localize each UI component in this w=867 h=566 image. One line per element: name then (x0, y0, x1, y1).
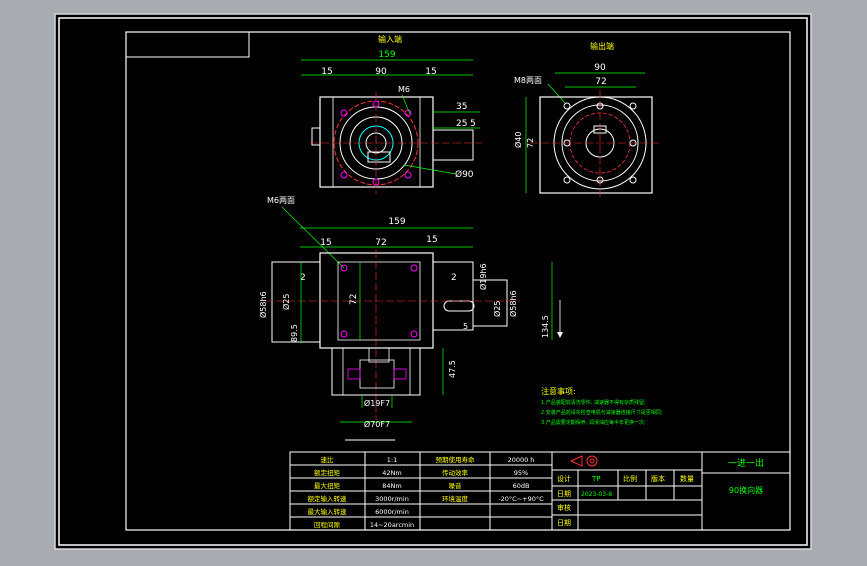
spec-cell: 额定输入转速 (308, 494, 348, 503)
tb-design-value: TP (591, 475, 601, 483)
dim-front-d19f7: Ø19F7 (364, 398, 390, 408)
dim-top-15a: 15 (321, 67, 332, 77)
dim-front-d58-right: Ø58h6 (508, 290, 518, 317)
spec-cell: 14~20arcmin (370, 521, 414, 529)
tb-project-name: 一进一出 (728, 457, 764, 469)
spec-cell: 预期使用寿命 (436, 455, 476, 464)
tb-label-date: 日期 (557, 490, 571, 498)
spec-cell: 最大输入转速 (308, 507, 348, 516)
notes-title: 注意事项: (541, 386, 576, 396)
dim-right-d40: Ø40 (513, 132, 523, 148)
spec-cell: 84Nm (382, 482, 401, 490)
dim-right-m8: M8两面 (514, 76, 542, 85)
tb-label-review: 审核 (557, 503, 571, 512)
note-line-2: 2.安装产品前请先检查电机与减速器连接尺寸是否相同; (541, 409, 663, 416)
dim-top-159: 159 (378, 50, 395, 60)
dim-top-m6: M6 (398, 85, 410, 94)
note-line-3: 3.产品需要定期保养, 润滑油应每半年更换一次; (541, 419, 646, 426)
dim-front-d70f7: Ø70F7 (364, 419, 390, 429)
cad-viewport[interactable]: 输入端 159 15 90 15 M6 35 25 5 Ø90 输出端 90 7… (0, 0, 867, 562)
spec-cell: 额定扭矩 (314, 468, 341, 477)
tb-label-ratio: 比例 (623, 474, 637, 483)
note-line-1: 1.产品装配前清洗零件, 减速器不得有杂质残留; (541, 399, 646, 406)
dim-top-25: 25 (456, 119, 467, 129)
tb-date-value: 2023-03-8 (581, 491, 612, 498)
dim-front-72v: 72 (349, 294, 359, 305)
dim-front-2b: 2 (451, 273, 457, 283)
dim-front-d25-right: Ø25 (492, 301, 502, 317)
dim-front-159: 159 (388, 217, 405, 227)
spec-cell: 60dB (513, 482, 530, 490)
dim-top-90: 90 (375, 67, 387, 77)
spec-cell: 噪音 (449, 481, 463, 490)
dim-front-89-5: 89.5 (290, 324, 299, 342)
dim-top-15b: 15 (425, 67, 436, 77)
dim-right-72v: 72 (526, 138, 535, 148)
dim-top-d90: Ø90 (455, 169, 474, 180)
dim-top-5: 5 (470, 119, 476, 129)
tb-label-weight: 数量 (680, 474, 694, 483)
tb-label-design: 设计 (557, 474, 571, 483)
spec-cell: 传动效率 (442, 468, 469, 477)
spec-cell: 95% (514, 469, 528, 477)
dim-front-134-5: 134.5 (541, 315, 550, 338)
dim-top-35: 35 (456, 102, 467, 112)
spec-cell: -20°C~+90°C (498, 495, 544, 503)
dim-front-15a: 15 (320, 238, 331, 248)
spec-cell: 回程间隙 (314, 520, 341, 529)
dim-front-5: 5 (463, 322, 468, 331)
dim-right-72: 72 (595, 77, 606, 87)
spec-cell: 42Nm (382, 469, 401, 477)
dim-front-d58-left: Ø58h6 (258, 291, 268, 318)
spec-cell: 3000r/min (375, 495, 409, 503)
dim-right-90: 90 (594, 63, 606, 73)
spec-cell: 1:1 (387, 456, 397, 464)
spec-cell: 6000r/min (375, 508, 409, 516)
tb-drawing-name: 90换向器 (729, 485, 763, 495)
dim-front-72: 72 (375, 238, 386, 248)
tb-label-date2: 日期 (557, 519, 571, 527)
tb-label-version: 版本 (651, 474, 665, 483)
dim-front-d19: Ø19h6 (478, 263, 488, 290)
top-view-title: 输入端 (378, 34, 402, 44)
spec-cell: 速比 (321, 455, 335, 464)
dim-front-15b: 15 (426, 235, 437, 245)
right-view-title: 输出端 (590, 41, 614, 51)
spec-cell: 环境温度 (442, 494, 469, 503)
dim-front-47-5: 47.5 (448, 360, 457, 378)
dim-front-d25-left: Ø25 (281, 294, 291, 310)
spec-cell: 20000 h (508, 456, 535, 464)
dim-front-m6: M6两面 (267, 196, 295, 205)
spec-cell: 最大扭矩 (314, 481, 341, 490)
